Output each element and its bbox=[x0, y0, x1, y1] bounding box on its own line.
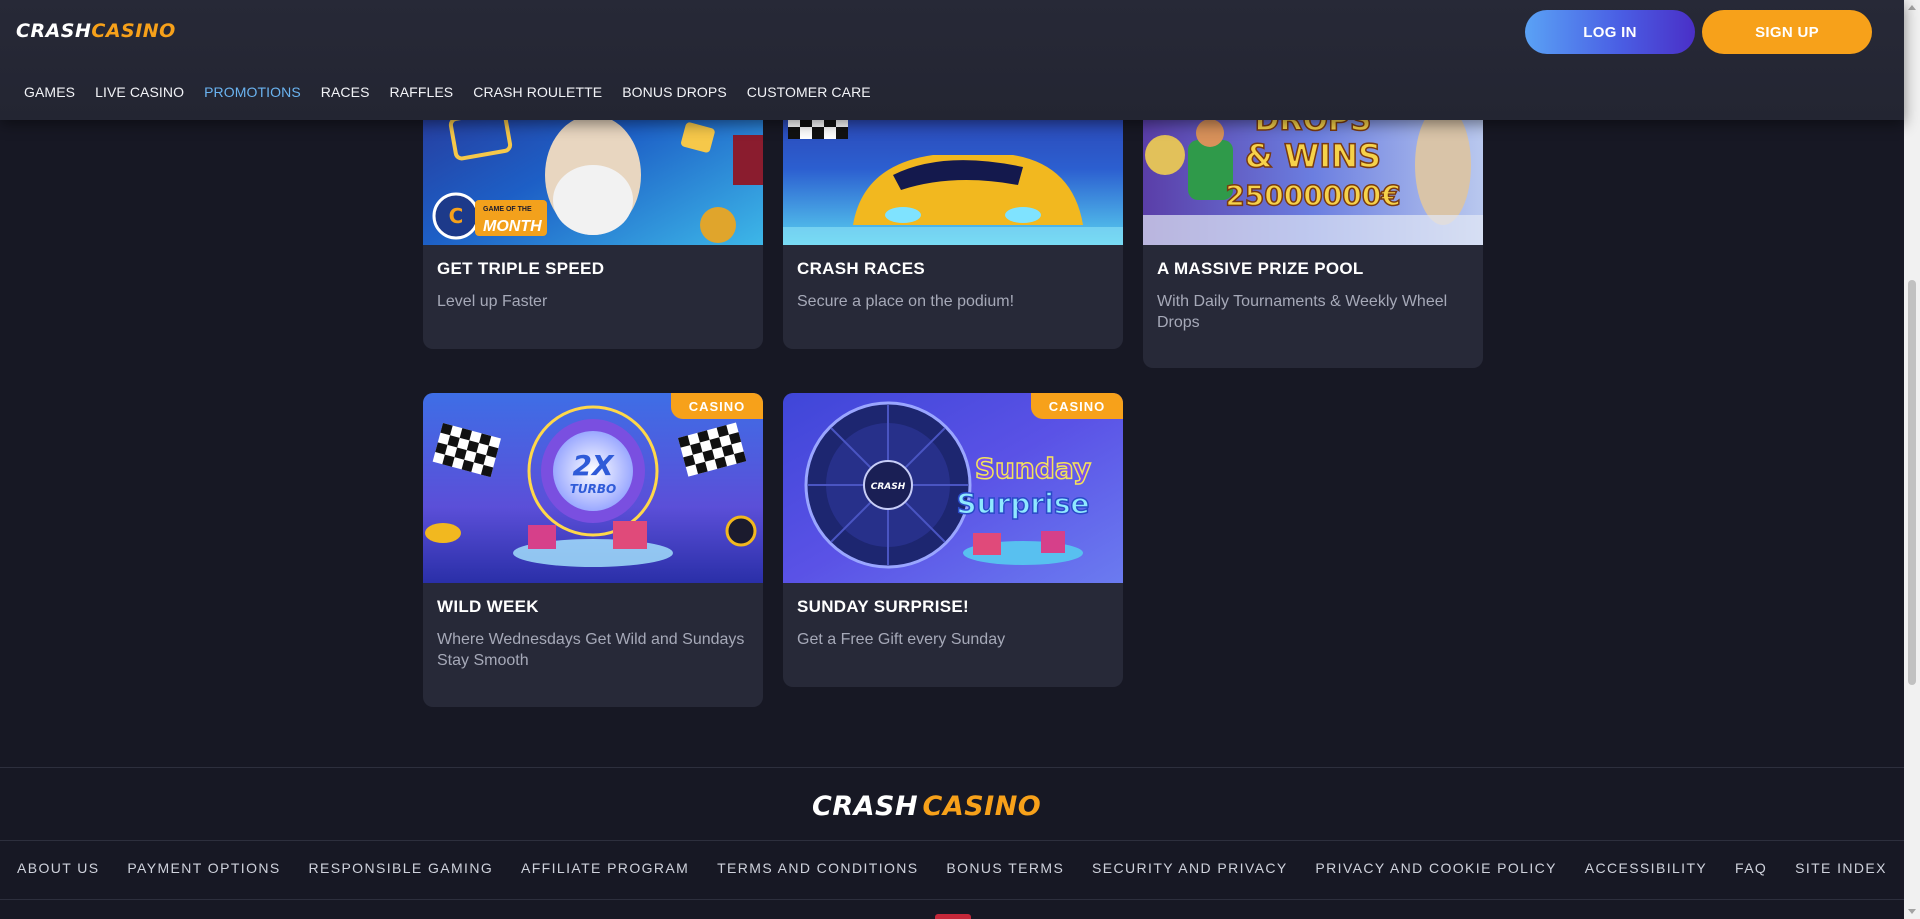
footer-link-payment-options[interactable]: PAYMENT OPTIONS bbox=[127, 860, 280, 876]
login-button[interactable]: LOG IN bbox=[1525, 10, 1695, 54]
promo-image-sunday-surprise: CRASH Sunday Surprise CASINO bbox=[783, 393, 1123, 583]
nav-item-raffles[interactable]: RAFFLES bbox=[390, 84, 454, 100]
drops-wins-amount: 25000000€ bbox=[1225, 179, 1400, 212]
wheel-center-label: CRASH bbox=[871, 482, 906, 492]
signup-button[interactable]: SIGN UP bbox=[1702, 10, 1872, 54]
promo-description: Secure a place on the podium! bbox=[797, 293, 1015, 310]
nav-item-promotions[interactable]: PROMOTIONS bbox=[204, 84, 301, 100]
promo-title: WILD WEEK bbox=[437, 597, 539, 616]
nav-item-races[interactable]: RACES bbox=[321, 84, 370, 100]
footer-link-terms-and-conditions[interactable]: TERMS AND CONDITIONS bbox=[717, 860, 918, 876]
footer-logo-text-crash: CRASH bbox=[812, 791, 919, 822]
sunday-surprise-line1: Sunday bbox=[975, 452, 1091, 485]
footer-link-responsible-gaming[interactable]: RESPONSIBLE GAMING bbox=[308, 860, 493, 876]
promo-title: SUNDAY SURPRISE! bbox=[797, 597, 970, 616]
casino-tag: CASINO bbox=[671, 393, 763, 419]
logo-text-crash: CRASH bbox=[16, 20, 92, 42]
casino-tag: CASINO bbox=[1031, 393, 1123, 419]
scroll-up-arrow-icon[interactable] bbox=[1908, 5, 1916, 10]
footer-divider bbox=[0, 767, 1904, 768]
nav-item-crash-roulette[interactable]: CRASH ROULETTE bbox=[473, 84, 602, 100]
footer-link-bonus-terms[interactable]: BONUS TERMS bbox=[946, 860, 1064, 876]
promo-description: Where Wednesdays Get Wild and Sundays St… bbox=[437, 631, 745, 669]
logo-text-casino: CASINO bbox=[91, 20, 176, 42]
footer-divider bbox=[0, 899, 1904, 900]
footer-logo-text-casino: CASINO bbox=[922, 791, 1042, 822]
main-nav: GAMES LIVE CASINO PROMOTIONS RACES RAFFL… bbox=[24, 84, 871, 100]
site-header: CRASH CASINO LOG IN SIGN UP GAMES LIVE C… bbox=[0, 0, 1904, 120]
footer-link-faq[interactable]: FAQ bbox=[1735, 860, 1767, 876]
game-of-month-small-text: GAME OF THE bbox=[483, 206, 532, 213]
footer-links: ABOUT US PAYMENT OPTIONS RESPONSIBLE GAM… bbox=[17, 860, 1887, 876]
footer-link-affiliate-program[interactable]: AFFILIATE PROGRAM bbox=[521, 860, 689, 876]
promo-description: Get a Free Gift every Sunday bbox=[797, 631, 1006, 648]
page-scrollbar[interactable] bbox=[1904, 0, 1920, 919]
footer-link-security-and-privacy[interactable]: SECURITY AND PRIVACY bbox=[1092, 860, 1288, 876]
auth-buttons: LOG IN SIGN UP bbox=[1525, 10, 1872, 54]
nav-item-games[interactable]: GAMES bbox=[24, 84, 75, 100]
site-logo[interactable]: CRASH CASINO bbox=[16, 18, 176, 44]
footer-link-about-us[interactable]: ABOUT US bbox=[17, 860, 100, 876]
promo-card-sunday-surprise[interactable]: CRASH Sunday Surprise CASINO SUNDAY SURP… bbox=[783, 393, 1123, 687]
game-of-month-big-text: MONTH bbox=[483, 218, 542, 235]
promo-title: CRASH RACES bbox=[797, 259, 925, 278]
footer-link-site-index[interactable]: SITE INDEX bbox=[1795, 860, 1887, 876]
nav-item-bonus-drops[interactable]: BONUS DROPS bbox=[622, 84, 727, 100]
scroll-down-arrow-icon[interactable] bbox=[1908, 909, 1916, 914]
promo-title: GET TRIPLE SPEED bbox=[437, 259, 605, 278]
turbo-label-text: TURBO bbox=[570, 482, 617, 496]
language-flag-icon[interactable] bbox=[935, 914, 971, 919]
footer-divider bbox=[0, 840, 1904, 841]
promo-card-wild-week[interactable]: 2X TURBO CASINO WILD WEEK Where Wednesda… bbox=[423, 393, 763, 707]
promo-description: Level up Faster bbox=[437, 293, 548, 310]
turbo-multiplier-text: 2X bbox=[572, 449, 614, 482]
svg-text:C: C bbox=[449, 204, 464, 228]
footer-logo[interactable]: CRASH CASINO bbox=[812, 791, 1041, 822]
promo-image-wild-week: 2X TURBO CASINO bbox=[423, 393, 763, 583]
sunday-surprise-line2: Surprise bbox=[956, 487, 1089, 520]
scrollbar-thumb[interactable] bbox=[1908, 280, 1916, 685]
footer-link-accessibility[interactable]: ACCESSIBILITY bbox=[1585, 860, 1707, 876]
promo-title: A MASSIVE PRIZE POOL bbox=[1157, 259, 1364, 278]
nav-item-customer-care[interactable]: CUSTOMER CARE bbox=[747, 84, 871, 100]
promo-description: With Daily Tournaments & Weekly Wheel Dr… bbox=[1157, 293, 1448, 331]
footer-link-privacy-and-cookie-policy[interactable]: PRIVACY AND COOKIE POLICY bbox=[1315, 860, 1556, 876]
drops-wins-line2: & WINS bbox=[1245, 137, 1381, 175]
nav-item-live-casino[interactable]: LIVE CASINO bbox=[95, 84, 184, 100]
